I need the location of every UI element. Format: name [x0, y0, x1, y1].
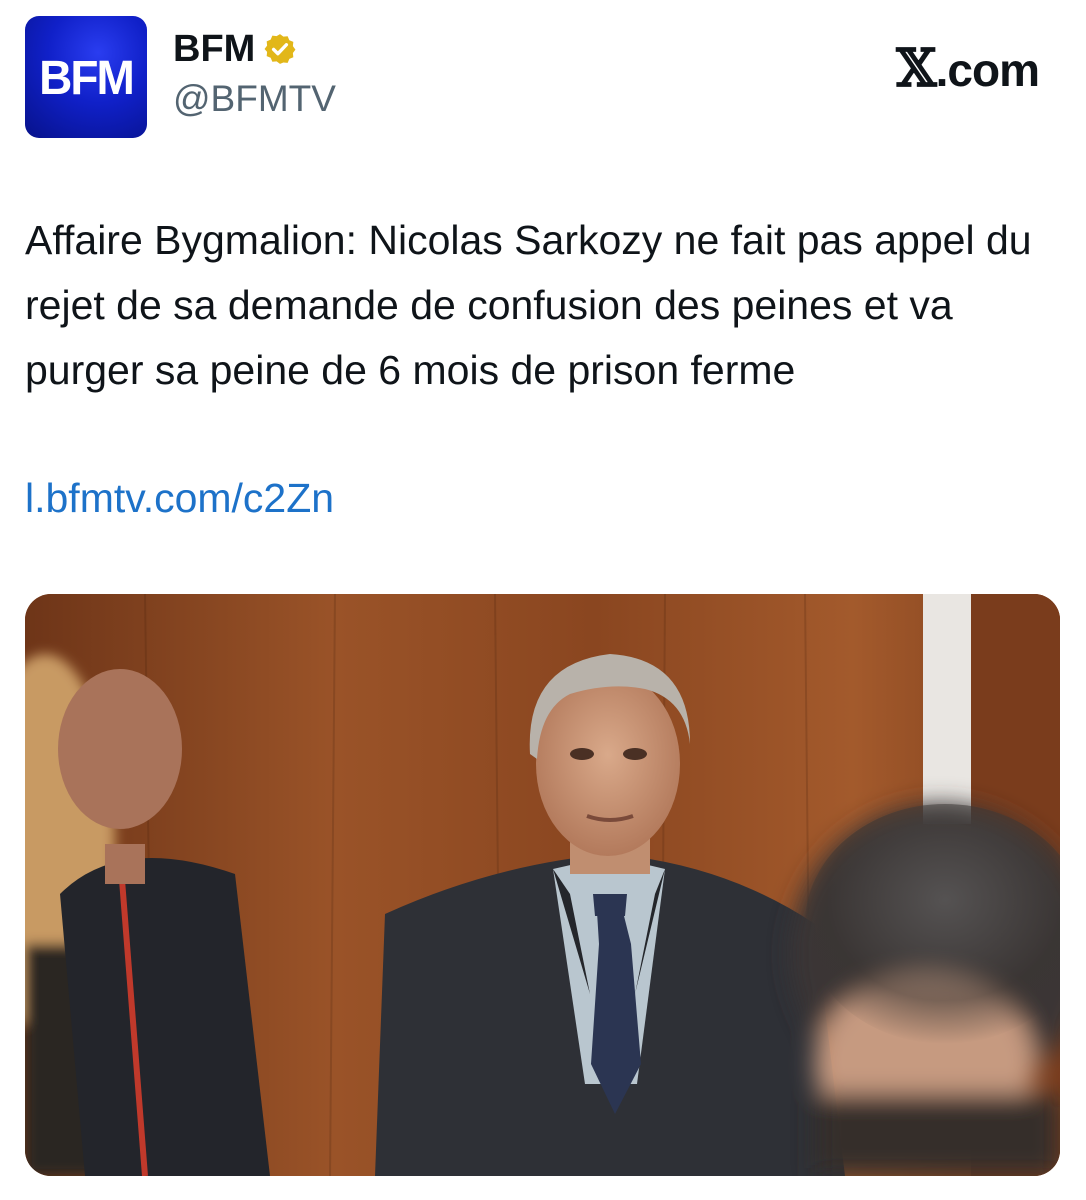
x-logo-icon: 𝕏: [896, 38, 936, 99]
tweet-photo[interactable]: [25, 594, 1060, 1176]
author-info: BFM @BFMTV: [173, 26, 336, 120]
pillar: [923, 594, 971, 824]
verified-badge-icon: [263, 32, 297, 66]
author-name-row: BFM: [173, 26, 336, 72]
brand-domain: .com: [935, 44, 1040, 96]
author-display-name[interactable]: BFM: [173, 28, 255, 71]
author-handle[interactable]: @BFMTV: [173, 78, 336, 120]
x-com-brand: 𝕏 .com: [896, 38, 1040, 99]
tweet-link[interactable]: l.bfmtv.com/c2Zn: [25, 466, 334, 531]
tweet-header: BFM BFM @BFMTV 𝕏 .com: [25, 16, 1055, 138]
tweet-text: Affaire Bygmalion: Nicolas Sarkozy ne fa…: [25, 217, 1032, 393]
avatar-logo-text: BFM: [39, 49, 135, 105]
author-avatar[interactable]: BFM: [25, 16, 147, 138]
